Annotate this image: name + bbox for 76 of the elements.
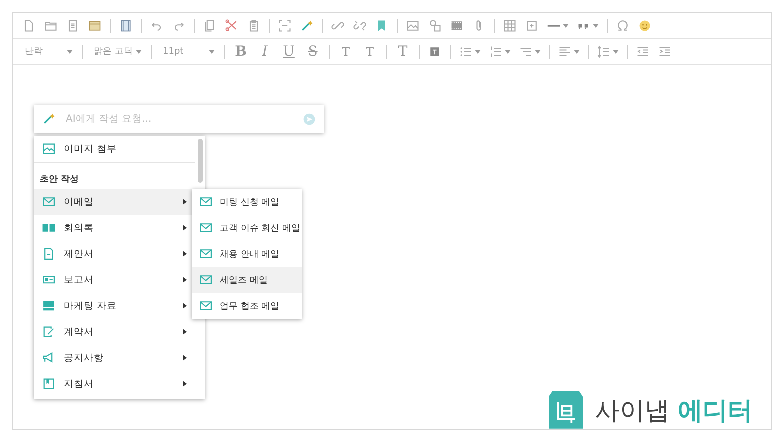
envelope-icon: [42, 195, 56, 209]
logo-icon: [549, 391, 583, 429]
caret-icon: [505, 50, 511, 54]
submenu-item[interactable]: 세일즈 메일: [192, 267, 302, 293]
envelope-icon: [199, 299, 213, 313]
envelope-icon: [199, 247, 213, 261]
submenu-arrow-icon: [183, 329, 187, 335]
document-icon: [42, 247, 56, 261]
submenu-arrow-icon: [183, 277, 187, 283]
submenu-arrow-icon: [183, 251, 187, 257]
menu-item[interactable]: 회의록: [34, 215, 195, 241]
submenu-item[interactable]: 고객 이슈 회신 메일: [192, 215, 302, 241]
table-icon[interactable]: [503, 18, 517, 32]
indent-icon[interactable]: [658, 44, 672, 58]
line-spacing-icon[interactable]: [597, 44, 611, 58]
logo-product-text: 에디터: [678, 394, 753, 426]
menu-item[interactable]: 지침서: [34, 371, 195, 397]
submenu-arrow-icon: [183, 199, 187, 205]
book-icon: [42, 221, 56, 235]
omega-icon[interactable]: [616, 18, 630, 32]
submenu-item[interactable]: 미팅 신청 메일: [192, 189, 302, 215]
monitor-icon: [42, 299, 56, 313]
magic-wand-icon[interactable]: [300, 18, 314, 32]
menu-item[interactable]: 이미지 첨부: [34, 136, 195, 163]
submenu-arrow-icon: [183, 225, 187, 231]
section-title: 초안 작성: [39, 174, 80, 187]
menu-item[interactable]: 마케팅 자료: [34, 293, 195, 319]
image-icon[interactable]: [406, 18, 420, 32]
menu-item[interactable]: 공지사항: [34, 345, 195, 371]
signed-document-icon: [42, 325, 56, 339]
envelope-icon: [199, 273, 213, 287]
caret-icon: [593, 24, 599, 28]
copy-icon[interactable]: [203, 18, 217, 32]
scissors-icon[interactable]: [225, 18, 239, 32]
caret-icon: [563, 24, 569, 28]
smiley-icon[interactable]: [638, 18, 652, 32]
guide-book-icon: [42, 377, 56, 391]
submenu-item[interactable]: 채용 안내 메일: [192, 241, 302, 267]
prompt-input-field[interactable]: AI에게 작성 요청...: [64, 112, 295, 126]
shapes-icon[interactable]: [428, 18, 442, 32]
scan-frame-icon[interactable]: [278, 18, 292, 32]
layout-icon[interactable]: [119, 18, 133, 32]
caret-icon: [67, 50, 73, 54]
caret-icon: [535, 50, 541, 54]
image-icon: [42, 142, 56, 156]
bullet-list-icon[interactable]: [459, 44, 473, 58]
submenu-arrow-icon: [183, 381, 187, 387]
menu-item[interactable]: 보고서: [34, 267, 195, 293]
send-icon[interactable]: [303, 112, 316, 126]
unlink-icon[interactable]: [353, 18, 367, 32]
envelope-icon: [199, 221, 213, 235]
caret-icon: [613, 50, 619, 54]
logo-brand-text: 사이냅: [595, 394, 670, 426]
menu-item[interactable]: 제안서: [34, 241, 195, 267]
template-icon[interactable]: [88, 18, 102, 32]
caret-icon: [136, 50, 142, 54]
film-icon[interactable]: [450, 18, 464, 32]
align-left-icon[interactable]: [558, 44, 572, 58]
submenu-arrow-icon: [183, 355, 187, 361]
document-icon[interactable]: [66, 18, 80, 32]
square-plus-icon[interactable]: [525, 18, 539, 32]
text-box-icon[interactable]: [428, 44, 442, 58]
caret-icon: [574, 50, 580, 54]
clipboard-icon[interactable]: [247, 18, 261, 32]
magic-wand-icon: [42, 112, 56, 126]
submenu-item[interactable]: 업무 협조 메일: [192, 293, 302, 319]
menu-item[interactable]: 계약서: [34, 319, 195, 345]
new-document-icon[interactable]: [22, 18, 36, 32]
outdent-icon[interactable]: [636, 44, 650, 58]
scroll-bar[interactable]: [198, 139, 203, 183]
envelope-icon: [199, 195, 213, 209]
caret-icon: [209, 50, 215, 54]
caret-icon: [475, 50, 481, 54]
numbered-list-icon[interactable]: [489, 44, 503, 58]
submenu-arrow-icon: [183, 303, 187, 309]
menu-item[interactable]: 이메일: [34, 189, 195, 215]
